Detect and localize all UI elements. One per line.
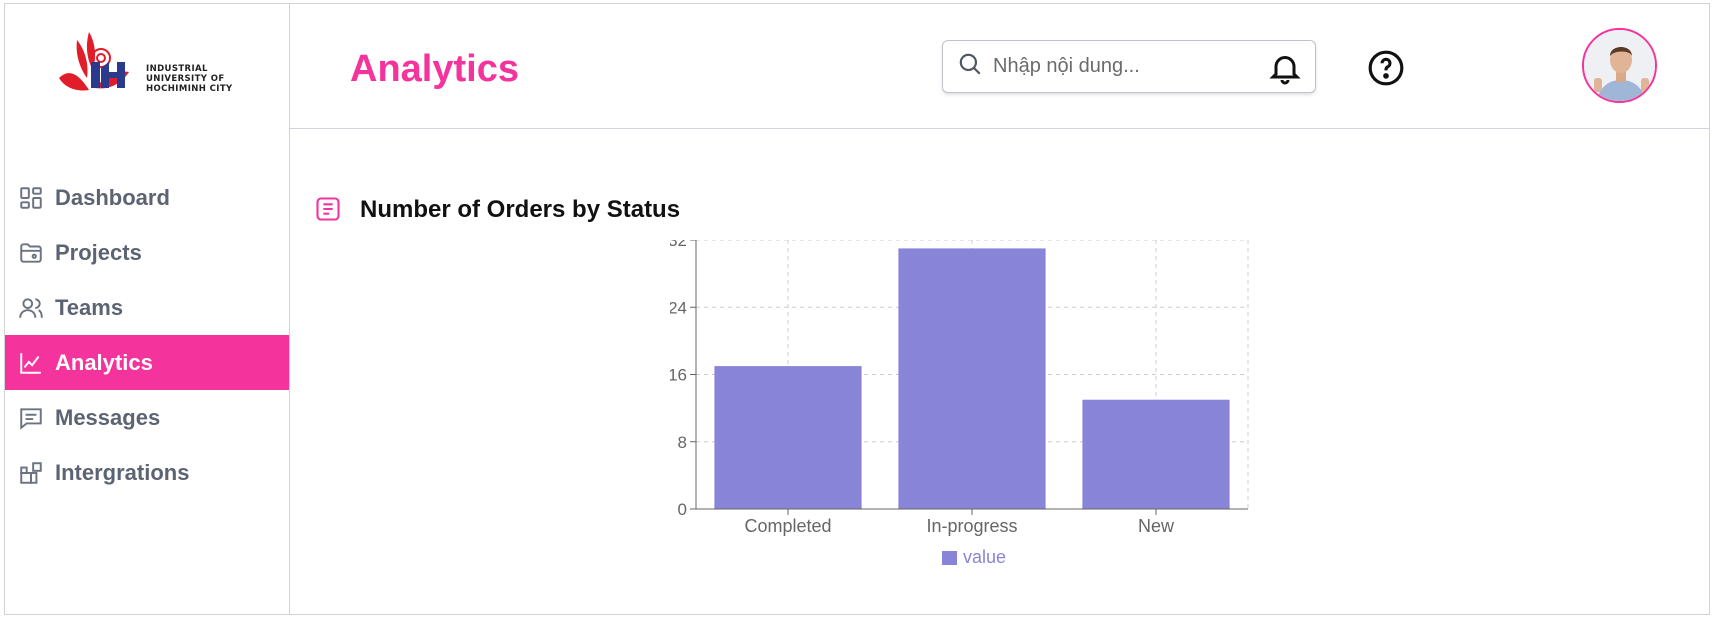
users-icon: [17, 294, 45, 322]
help-icon[interactable]: [1366, 48, 1406, 88]
orders-bar-chart: 0 8 16 24 32 Completed In-progress New value: [670, 240, 1249, 567]
bar-new: [1082, 399, 1230, 509]
bar-in-progress: [898, 248, 1046, 509]
top-header: Analytics: [290, 4, 1709, 129]
sidebar-item-label: Intergrations: [55, 459, 190, 485]
avatar[interactable]: [1582, 28, 1657, 103]
sidebar-item-label: Dashboard: [55, 184, 170, 210]
page-title: Analytics: [350, 48, 519, 90]
dashboard-icon: [17, 184, 45, 212]
logo-text: INDUSTRIAL UNIVERSITY OF HOCHIMINH CITY: [146, 64, 233, 94]
chart-line-icon: [17, 349, 45, 377]
bar-completed: [714, 366, 862, 509]
university-logo[interactable]: INDUSTRIAL UNIVERSITY OF HOCHIMINH CITY: [55, 26, 245, 106]
folder-icon: [17, 239, 45, 267]
search-icon: [957, 51, 983, 82]
x-tick-label: New: [1138, 516, 1175, 536]
sidebar-item-label: Projects: [55, 239, 142, 265]
sidebar-item-analytics[interactable]: Analytics: [5, 335, 289, 390]
user-avatar-icon: [1584, 30, 1655, 101]
sidebar-nav: Dashboard Projects Teams Analytics Messa…: [5, 170, 289, 500]
x-tick-label: In-progress: [926, 516, 1017, 536]
sidebar-item-teams[interactable]: Teams: [5, 280, 289, 335]
main-content: Number of Orders by Status 0 8 16 24 32 Compl…: [290, 130, 1709, 614]
y-tick-label: 8: [678, 433, 687, 452]
y-tick-label: 32: [670, 240, 687, 250]
sidebar-item-label: Teams: [55, 294, 124, 320]
sidebar-item-projects[interactable]: Projects: [5, 225, 289, 280]
y-tick-label: 16: [670, 366, 687, 385]
legend-label: value: [963, 547, 1006, 567]
sidebar: INDUSTRIAL UNIVERSITY OF HOCHIMINH CITY …: [5, 4, 290, 614]
bell-icon[interactable]: [1265, 48, 1305, 88]
message-icon: [17, 404, 45, 432]
document-list-icon: [314, 195, 342, 223]
sidebar-item-label: Messages: [55, 404, 161, 430]
sidebar-item-dashboard[interactable]: Dashboard: [5, 170, 289, 225]
y-tick-label: 0: [678, 500, 687, 519]
legend-swatch: [942, 551, 957, 565]
search-input[interactable]: [993, 55, 1293, 78]
app-frame: INDUSTRIAL UNIVERSITY OF HOCHIMINH CITY …: [4, 3, 1710, 615]
y-tick-label: 24: [670, 298, 687, 317]
sidebar-item-label: Analytics: [55, 349, 153, 375]
search-box[interactable]: [942, 40, 1316, 93]
x-tick-label: Completed: [744, 516, 831, 536]
sidebar-item-integrations[interactable]: Intergrations: [5, 445, 289, 500]
section-title: Number of Orders by Status: [360, 196, 681, 223]
integrations-icon: [17, 459, 45, 487]
sidebar-item-messages[interactable]: Messages: [5, 390, 289, 445]
